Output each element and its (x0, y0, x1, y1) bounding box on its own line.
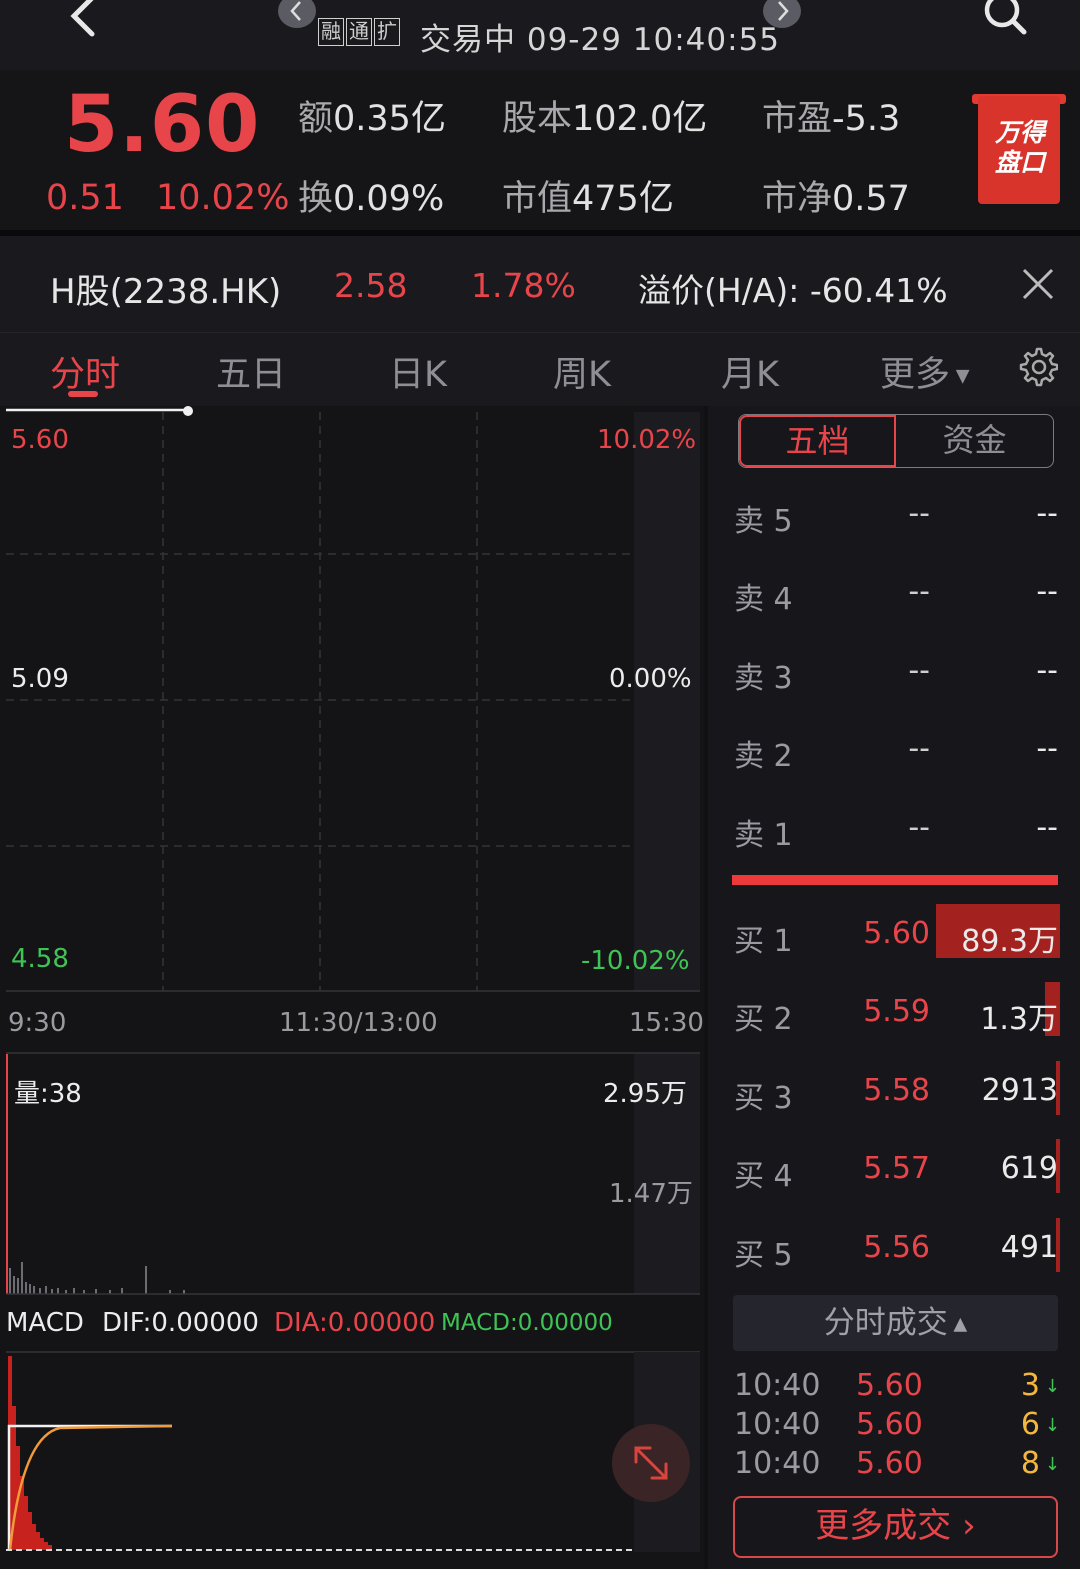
caret-up-icon: ▲ (947, 1313, 968, 1335)
wind-orderbook-label: 万得 盘口 (994, 118, 1045, 177)
h-share-name: H股(2238.HK) (50, 272, 282, 312)
more-trades-button[interactable]: 更多成交 › (733, 1496, 1058, 1558)
ask-row-2: 卖 2 -- -- (734, 731, 1058, 774)
bid-row-5: 买 5 5.56 491 (734, 1218, 1060, 1273)
trading-badges: 融 通 扩 (318, 18, 400, 46)
orderbook-segment: 五档 资金 (738, 414, 1054, 468)
pct-label-mid: 0.00% (609, 664, 692, 694)
intraday-chart[interactable] (0, 406, 704, 1569)
chevron-right-icon: › (951, 1506, 976, 1546)
h-share-premium: 溢价(H/A): -60.41% (638, 271, 948, 310)
macd-dia: DIA:0.00000 (274, 1308, 436, 1338)
h-share-price: 2.58 (334, 266, 408, 305)
gear-icon[interactable] (1016, 346, 1058, 388)
connect-badge: 通 (346, 18, 372, 46)
ask-row-3: 卖 3 -- -- (734, 653, 1058, 696)
tab-daily-k[interactable]: 日K (389, 346, 447, 397)
macd-value: MACD:0.00000 (441, 1310, 613, 1336)
volume-tick-mid: 1.47万 (609, 1179, 693, 1209)
expand-badge: 扩 (374, 18, 400, 46)
tab-intraday[interactable]: 分时 (50, 346, 120, 397)
price-change-pct: 10.02% (156, 178, 290, 218)
arrow-down-icon: ↓ (1044, 1415, 1060, 1436)
pct-label-bottom: -10.02% (581, 946, 690, 976)
ask-row-1: 卖 1 -- -- (734, 810, 1058, 853)
tab-active-indicator (68, 391, 98, 397)
close-icon[interactable] (1018, 264, 1058, 304)
bid-row-1: 买 1 5.60 89.3万 (734, 904, 1060, 959)
price-change: 0.51 (46, 178, 124, 218)
tick-row: 10:40 5.60 8 ↓ (734, 1446, 1060, 1481)
stat-pe: 市盈-5.3 (762, 99, 901, 139)
tab-five-day[interactable]: 五日 (216, 346, 286, 397)
tick-trades-header[interactable]: 分时成交 ▲ (733, 1295, 1058, 1351)
chart-canvas (6, 406, 700, 1552)
tab-weekly-k[interactable]: 周K (553, 346, 611, 397)
tab-capital[interactable]: 资金 (896, 415, 1053, 467)
arrow-down-icon: ↓ (1044, 1376, 1060, 1397)
back-arrow-icon[interactable] (60, 0, 104, 38)
stat-turnover-amount: 额0.35亿 (298, 99, 446, 139)
ask-row-4: 卖 4 -- -- (734, 574, 1058, 617)
trading-status: 交易中 09-29 10:40:55 (420, 22, 781, 58)
stat-pb: 市净0.57 (762, 179, 910, 219)
time-label-close: 15:30 (629, 1008, 704, 1038)
tick-row: 10:40 5.60 3 ↓ (734, 1368, 1060, 1403)
price-label-top: 5.60 (11, 425, 69, 455)
tab-more[interactable]: 更多 ▼ (880, 346, 970, 397)
stat-market-cap: 市值475亿 (502, 179, 674, 219)
search-icon[interactable] (978, 0, 1030, 44)
macd-name[interactable]: MACD (6, 1308, 84, 1338)
tab-monthly-k[interactable]: 月K (721, 346, 779, 397)
prev-stock-icon[interactable] (278, 0, 316, 28)
pct-label-top: 10.02% (597, 425, 697, 455)
macd-dif: DIF:0.00000 (102, 1308, 259, 1338)
stat-share-capital: 股本102.0亿 (502, 99, 708, 139)
bid-row-3: 买 3 5.58 2913 (734, 1061, 1060, 1116)
last-price: 5.60 (64, 80, 261, 170)
bid-row-4: 买 4 5.57 619 (734, 1139, 1060, 1194)
caret-down-icon: ▼ (950, 365, 970, 387)
margin-badge: 融 (318, 18, 344, 46)
price-label-mid: 5.09 (11, 664, 69, 694)
volume-label: 量:38 (14, 1079, 82, 1109)
price-label-bottom: 4.58 (11, 944, 69, 974)
time-label-mid: 11:30/13:00 (279, 1008, 438, 1038)
arrow-down-icon: ↓ (1044, 1454, 1060, 1475)
tick-row: 10:40 5.60 6 ↓ (734, 1407, 1060, 1442)
h-share-pct: 1.78% (471, 266, 576, 305)
time-label-open: 9:30 (8, 1008, 67, 1038)
fullscreen-button[interactable] (612, 1424, 690, 1502)
volume-tick-top: 2.95万 (603, 1079, 687, 1109)
limit-up-divider (732, 875, 1058, 885)
ask-row-5: 卖 5 -- -- (734, 496, 1058, 539)
stat-turnover-rate: 换0.09% (298, 179, 445, 219)
expand-icon (634, 1446, 668, 1480)
tab-five-level[interactable]: 五档 (739, 415, 896, 467)
bid-row-2: 买 2 5.59 1.3万 (734, 982, 1060, 1037)
